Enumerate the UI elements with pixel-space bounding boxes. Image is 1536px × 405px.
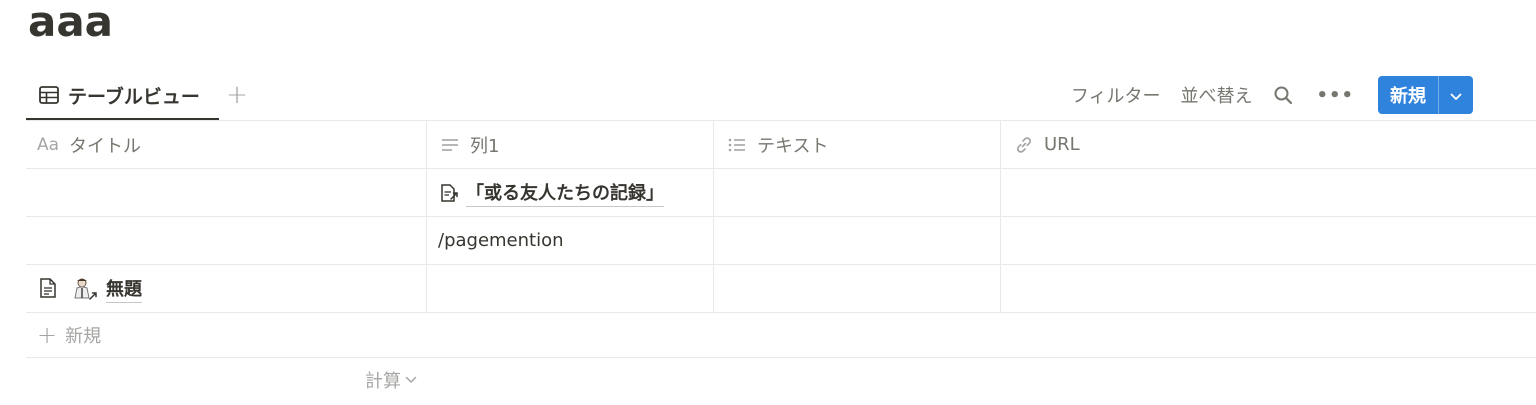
link-icon: [1012, 134, 1036, 156]
page-title: aaa: [28, 0, 114, 46]
page-mention[interactable]: 無題: [70, 275, 142, 303]
text-lines-icon: [438, 134, 462, 156]
title-cell[interactable]: 無題: [26, 265, 427, 312]
text-cell[interactable]: [714, 217, 1001, 264]
table-row[interactable]: 無題: [26, 264, 1536, 312]
title-cell[interactable]: [26, 169, 427, 216]
chevron-down-icon: [405, 376, 417, 384]
column-header-label: 列1: [470, 135, 500, 157]
column-header-url[interactable]: URL: [1001, 121, 1536, 168]
chevron-down-icon: [1450, 86, 1462, 105]
table-header-row: Aa タイトル 列1 テキスト URL: [26, 120, 1536, 168]
add-view-button[interactable]: +: [226, 80, 248, 110]
column-header-label: タイトル: [69, 135, 141, 157]
text-cell[interactable]: [714, 169, 1001, 216]
toolbar: フィルター 並べ替え ••• 新規: [1071, 70, 1473, 120]
url-cell[interactable]: [1001, 217, 1536, 264]
calculate-button[interactable]: 計算: [26, 358, 427, 402]
page-mention-label: 無題: [106, 275, 142, 303]
col1-cell[interactable]: [427, 265, 714, 312]
view-bar: テーブルビュー + フィルター 並べ替え ••• 新規: [26, 70, 1536, 120]
new-dropdown-button[interactable]: [1439, 76, 1473, 114]
page-icon: [38, 277, 60, 301]
page-mention-label: 「或る友人たちの記録」: [466, 179, 664, 207]
page-link-icon: [438, 182, 460, 204]
sort-button[interactable]: 並べ替え: [1180, 82, 1252, 108]
column-header-title[interactable]: Aa タイトル: [26, 121, 427, 168]
tab-label: テーブルビュー: [68, 85, 200, 108]
person-emoji-icon: [70, 276, 100, 302]
tab-table-view[interactable]: テーブルビュー: [26, 70, 219, 120]
add-row-label: 新規: [65, 326, 102, 347]
list-icon: [725, 134, 749, 156]
table-row[interactable]: 「或る友人たちの記録」: [26, 168, 1536, 216]
database-table: Aa タイトル 列1 テキスト URL 「或る友人たちの記録」 /pagemen…: [26, 120, 1536, 402]
table-icon: [38, 84, 60, 106]
title-cell[interactable]: [26, 217, 427, 264]
calculate-label: 計算: [365, 371, 401, 392]
text-cell[interactable]: [714, 265, 1001, 312]
new-button-label[interactable]: 新規: [1378, 76, 1439, 114]
col1-cell[interactable]: 「或る友人たちの記録」: [427, 169, 714, 216]
aa-icon: Aa: [37, 134, 60, 155]
url-cell[interactable]: [1001, 169, 1536, 216]
search-icon[interactable]: [1272, 84, 1294, 106]
plus-icon: +: [226, 80, 248, 110]
table-row[interactable]: /pagemention: [26, 216, 1536, 264]
url-cell[interactable]: [1001, 265, 1536, 312]
plus-icon: +: [37, 321, 58, 349]
add-row-button[interactable]: + 新規: [26, 312, 1536, 358]
col1-cell[interactable]: /pagemention: [427, 217, 714, 264]
column-header-label: テキスト: [757, 135, 829, 157]
column-header-label: URL: [1044, 134, 1080, 155]
column-header-col1[interactable]: 列1: [427, 121, 714, 168]
more-icon[interactable]: •••: [1316, 85, 1354, 106]
new-button[interactable]: 新規: [1378, 76, 1473, 114]
column-header-text[interactable]: テキスト: [714, 121, 1001, 168]
filter-button[interactable]: フィルター: [1071, 82, 1161, 108]
page-mention[interactable]: 「或る友人たちの記録」: [438, 179, 664, 207]
